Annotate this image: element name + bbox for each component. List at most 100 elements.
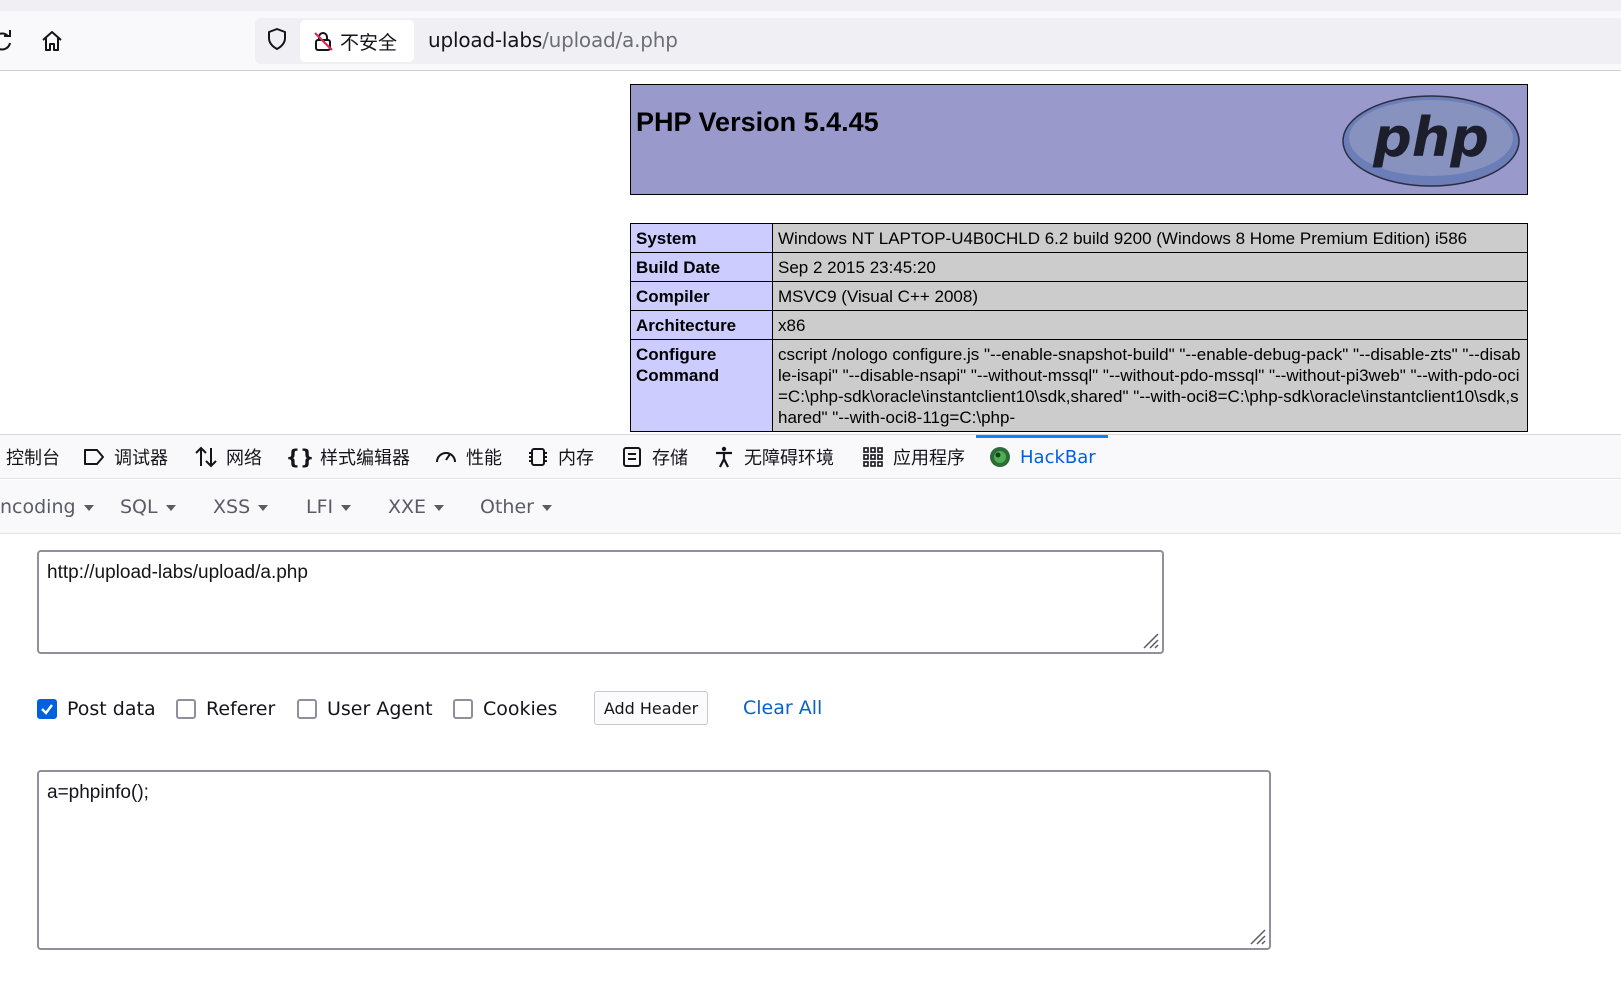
menu-xxe[interactable]: XXE [388,496,445,518]
url-host: upload-labs [428,28,543,52]
devtools-tab-bar: 控制台 调试器 网络 {} 样式编辑器 性能 内存 存储 无障碍环境 应用程序 … [0,434,1621,479]
menu-label: XSS [213,496,251,518]
memory-icon [526,445,550,469]
post-data-checkbox[interactable] [37,699,57,719]
row-label: Build Date [630,252,773,282]
add-header-button[interactable]: Add Header [594,691,708,725]
referer-label: Referer [206,698,276,720]
cookies-checkbox[interactable] [453,699,473,719]
row-label: Compiler [630,281,773,311]
style-editor-icon: {} [285,445,315,469]
tab-network[interactable]: 网络 [194,435,262,479]
tab-application[interactable]: 应用程序 [861,435,965,479]
php-logo-text: php [1372,106,1489,169]
application-icon [861,445,885,469]
devtools-tab-label: 存储 [652,448,688,469]
navigation-toolbar: 不安全 upload-labs/upload/a.php [0,11,1621,71]
home-button[interactable] [36,25,68,57]
hackbar-icon [988,445,1012,469]
tab-storage[interactable]: 存储 [620,435,688,479]
storage-icon [620,445,644,469]
caret-down-icon [541,504,552,511]
debugger-icon [82,445,106,469]
page-content: PHP Version 5.4.45 php System Windows NT… [0,72,1621,434]
caret-down-icon [258,504,269,511]
insecure-lock-icon [312,30,334,52]
menu-xss[interactable]: XSS [213,496,269,518]
referer-option[interactable]: Referer [176,698,275,720]
cookies-option[interactable]: Cookies [453,698,557,720]
table-row: Configure Command cscript /nologo config… [630,339,1528,432]
menu-label: SQL [120,496,158,518]
tab-style-editor[interactable]: {} 样式编辑器 [285,435,410,479]
tab-memory[interactable]: 内存 [526,435,594,479]
menu-label: Other [480,496,534,518]
resize-handle-icon[interactable] [1138,628,1160,650]
menu-sql[interactable]: SQL [120,496,176,518]
referer-checkbox[interactable] [176,699,196,719]
table-row: System Windows NT LAPTOP-U4B0CHLD 6.2 bu… [630,223,1528,253]
table-row: Build Date Sep 2 2015 23:45:20 [630,252,1528,282]
devtools-tab-label: 内存 [558,448,594,469]
tab-performance[interactable]: 性能 [434,435,502,479]
row-value: MSVC9 (Visual C++ 2008) [772,281,1528,311]
url-textarea[interactable]: http://upload-labs/upload/a.php [37,550,1164,654]
clear-all-link[interactable]: Clear All [743,697,822,719]
resize-handle-icon[interactable] [1245,924,1267,946]
php-version-title: PHP Version 5.4.45 [636,107,879,137]
menu-encoding[interactable]: ncoding [0,496,94,518]
user-agent-option[interactable]: User Agent [297,698,433,720]
menu-other[interactable]: Other [480,496,552,518]
row-value: Windows NT LAPTOP-U4B0CHLD 6.2 build 920… [772,223,1528,253]
tab-accessibility[interactable]: 无障碍环境 [712,435,834,479]
insecure-label: 不安全 [340,31,398,54]
cookies-label: Cookies [483,698,558,720]
reload-icon [0,30,13,52]
devtools-tab-label: 应用程序 [893,448,965,469]
reload-button[interactable] [0,25,18,57]
post-data-label: Post data [67,698,156,720]
phpinfo-header: PHP Version 5.4.45 php [630,84,1528,195]
devtools-tab-label: 网络 [226,448,262,469]
row-label: System [630,223,773,253]
devtools-tab-label: 控制台 [6,448,60,469]
accessibility-icon [712,445,736,469]
performance-icon [434,445,458,469]
table-row: Architecture x86 [630,310,1528,340]
devtools-tab-label: 调试器 [114,448,168,469]
tab-hackbar[interactable]: HackBar [976,435,1108,479]
row-value: x86 [772,310,1528,340]
tracking-protection-button[interactable] [263,27,291,55]
address-bar[interactable]: 不安全 upload-labs/upload/a.php [255,18,1621,64]
menu-lfi[interactable]: LFI [306,496,352,518]
devtools-tab-label: HackBar [1020,446,1096,468]
tab-strip [0,0,1621,11]
site-security-indicator[interactable]: 不安全 [300,20,414,62]
hackbar-menu: ncoding SQL XSS LFI XXE Other [0,480,1621,534]
devtools-tab-label: 样式编辑器 [320,448,410,469]
url-text[interactable]: upload-labs/upload/a.php [428,28,678,52]
home-icon [40,29,64,53]
row-value: cscript /nologo configure.js "--enable-s… [772,339,1528,432]
row-label: Architecture [630,310,773,340]
post-data-option[interactable]: Post data [37,698,156,720]
caret-down-icon [341,504,352,511]
user-agent-label: User Agent [327,698,433,720]
devtools-tab-label: 性能 [466,448,502,469]
user-agent-checkbox[interactable] [297,699,317,719]
devtools-tab-label: 无障碍环境 [744,448,834,469]
tab-debugger[interactable]: 调试器 [82,435,168,479]
post-body-value: a=phpinfo(); [47,782,149,803]
phpinfo-table: System Windows NT LAPTOP-U4B0CHLD 6.2 bu… [630,223,1528,432]
row-label: Configure Command [630,339,773,432]
post-body-textarea[interactable]: a=phpinfo(); [37,770,1271,950]
menu-label: XXE [388,496,427,518]
menu-label: LFI [306,496,334,518]
row-value: Sep 2 2015 23:45:20 [772,252,1528,282]
table-row: Compiler MSVC9 (Visual C++ 2008) [630,281,1528,311]
menu-label: ncoding [0,496,76,518]
url-textarea-value: http://upload-labs/upload/a.php [47,562,308,583]
php-logo: php [1341,94,1521,193]
caret-down-icon [165,504,176,511]
tab-console[interactable]: 控制台 [6,435,60,479]
